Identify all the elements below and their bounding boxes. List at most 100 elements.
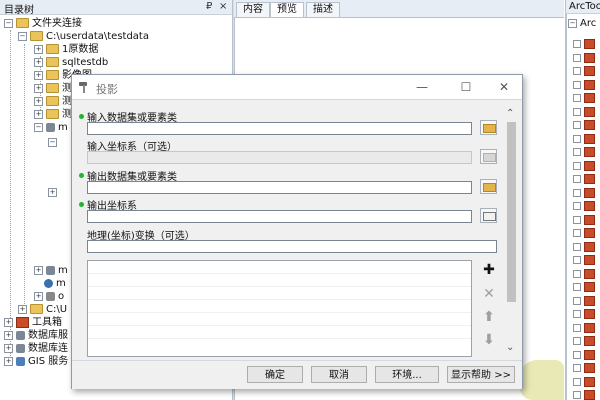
toolbox-icon[interactable]	[584, 187, 595, 198]
scroll-thumb[interactable]	[507, 122, 516, 302]
environments-button[interactable]: 环境...	[375, 366, 439, 383]
expand-icon[interactable]	[573, 391, 581, 399]
toolbox-icon[interactable]	[584, 336, 595, 346]
expand-icon[interactable]: +	[34, 70, 43, 80]
tree-item-m[interactable]: m	[34, 277, 66, 290]
toolbox-icon[interactable]	[584, 79, 595, 90]
toolbox-icon[interactable]	[584, 255, 595, 265]
toolbox-icon[interactable]	[584, 66, 595, 76]
expand-icon[interactable]	[573, 364, 581, 372]
collapse-icon[interactable]: −	[568, 18, 577, 28]
tab-preview[interactable]: 预览	[270, 2, 304, 17]
expand-icon[interactable]	[573, 323, 581, 332]
pin-icon[interactable]: ₽	[206, 1, 212, 12]
collapse-icon[interactable]: −	[34, 122, 43, 132]
expand-icon[interactable]	[573, 175, 581, 183]
expand-icon[interactable]: +	[34, 96, 43, 106]
expand-icon[interactable]: +	[34, 291, 43, 301]
toolbox-icon[interactable]	[584, 52, 595, 63]
toolbox-icon[interactable]	[584, 160, 595, 171]
toolbox-icon[interactable]	[584, 295, 595, 306]
tree-item-sub[interactable]: −	[48, 136, 60, 149]
expand-icon[interactable]	[573, 242, 581, 251]
output-crs-field[interactable]	[87, 210, 472, 223]
toolbox-icon[interactable]	[584, 268, 595, 279]
expand-icon[interactable]	[573, 161, 581, 170]
toolbox-icon[interactable]	[584, 201, 595, 211]
expand-icon[interactable]: +	[18, 304, 27, 314]
tree-item-db-connections[interactable]: + 数据库连	[4, 342, 68, 355]
geo-transform-field[interactable]	[87, 240, 497, 253]
toolbox-icon[interactable]	[584, 214, 595, 225]
tree-item-folder[interactable]: + 测	[34, 108, 72, 121]
collapse-icon[interactable]: −	[18, 31, 27, 41]
toolbox-icon[interactable]	[584, 241, 595, 252]
toolbox-icon[interactable]	[584, 120, 595, 130]
browse-input-button[interactable]	[480, 120, 497, 135]
toolbox-icon[interactable]	[584, 390, 595, 400]
toolbox-icon[interactable]	[584, 309, 595, 319]
tree-item-gdb-m[interactable]: + m	[34, 264, 68, 277]
ok-button[interactable]: 确定	[247, 366, 303, 383]
expand-icon[interactable]: +	[4, 343, 13, 353]
toolbox-icon[interactable]	[584, 106, 595, 117]
expand-icon[interactable]: +	[34, 265, 43, 275]
tree-item-folder[interactable]: + 测	[34, 95, 72, 108]
toolbox-icon[interactable]	[584, 322, 595, 333]
toolbox-icon[interactable]	[584, 39, 595, 49]
expand-icon[interactable]: +	[4, 356, 13, 366]
expand-icon[interactable]: +	[4, 317, 13, 327]
expand-icon[interactable]	[573, 134, 581, 143]
move-down-button[interactable]: ⬇	[480, 332, 498, 349]
expand-icon[interactable]	[573, 94, 581, 102]
expand-icon[interactable]	[573, 269, 581, 278]
expand-icon[interactable]: +	[34, 44, 43, 54]
expand-icon[interactable]: +	[34, 109, 43, 119]
expand-icon[interactable]	[573, 283, 581, 291]
tree-item-sqltestdb[interactable]: + sqltestdb	[34, 56, 108, 69]
expand-icon[interactable]	[573, 310, 581, 318]
move-up-button[interactable]: ⬆	[480, 309, 498, 326]
expand-icon[interactable]	[573, 202, 581, 210]
toolbox-icon[interactable]	[584, 349, 595, 360]
tree-item-db-servers[interactable]: + 数据库服	[4, 329, 68, 342]
input-dataset-field[interactable]	[87, 122, 472, 135]
expand-icon[interactable]	[573, 188, 581, 197]
add-button[interactable]: ✚	[480, 262, 498, 279]
expand-icon[interactable]: +	[4, 330, 13, 340]
toolbox-icon[interactable]	[584, 282, 595, 292]
minimize-button[interactable]: —	[408, 77, 436, 97]
toolbox-icon[interactable]	[584, 363, 595, 373]
tab-description[interactable]: 描述	[306, 2, 340, 17]
expand-icon[interactable]	[573, 148, 581, 156]
tree-item-folder[interactable]: + 测	[34, 82, 72, 95]
tree-item-sub[interactable]: +	[48, 186, 60, 199]
expand-icon[interactable]	[573, 80, 581, 89]
expand-icon[interactable]	[573, 296, 581, 305]
scroll-down-icon[interactable]: ⌄	[506, 342, 514, 353]
expand-icon[interactable]	[573, 121, 581, 129]
cancel-button[interactable]: 取消	[311, 366, 367, 383]
tree-item-o[interactable]: + o	[34, 290, 64, 303]
expand-icon[interactable]: +	[48, 187, 57, 197]
expand-icon[interactable]	[573, 53, 581, 62]
close-button[interactable]: ✕	[490, 77, 518, 97]
expand-icon[interactable]	[573, 350, 581, 359]
output-crs-properties-button[interactable]	[480, 208, 497, 223]
geo-transform-list[interactable]	[87, 260, 472, 357]
toolbox-icon[interactable]	[584, 133, 595, 144]
scroll-up-icon[interactable]: ⌃	[506, 108, 514, 119]
tree-item-folder-connections[interactable]: − 文件夹连接	[4, 17, 82, 30]
toolbox-icon[interactable]	[584, 228, 595, 238]
expand-icon[interactable]	[573, 67, 581, 75]
toolbox-icon[interactable]	[584, 93, 595, 103]
expand-icon[interactable]	[573, 377, 581, 386]
close-icon[interactable]: ×	[219, 1, 227, 12]
toolbox-icon[interactable]	[584, 174, 595, 184]
dialog-scrollbar[interactable]: ⌃ ⌄	[504, 108, 518, 358]
tree-item-source-data[interactable]: +1原数据	[34, 43, 98, 56]
maximize-button[interactable]: ☐	[452, 77, 480, 97]
toolbox-icon[interactable]	[584, 147, 595, 157]
expand-icon[interactable]: +	[34, 57, 43, 67]
collapse-icon[interactable]: −	[4, 18, 13, 28]
